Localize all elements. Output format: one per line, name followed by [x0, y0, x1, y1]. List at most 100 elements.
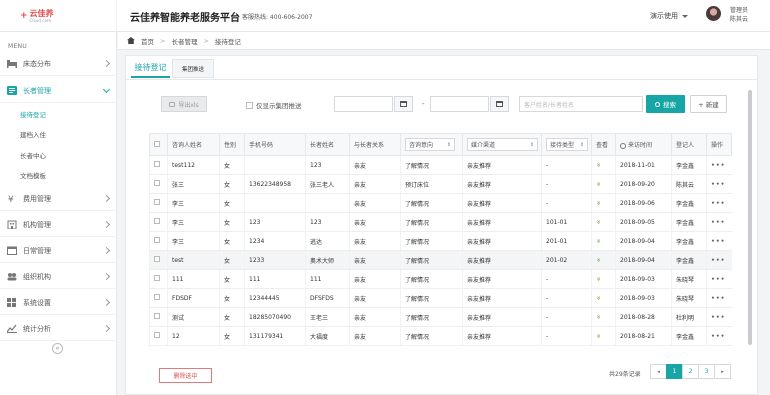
more-actions-icon[interactable]: ••• [711, 181, 726, 188]
cell-consultant-name[interactable]: FDSDF [167, 288, 220, 308]
expand-details-icon[interactable]: » [594, 315, 602, 320]
row-checkbox[interactable] [154, 180, 160, 186]
row-checkbox[interactable] [154, 161, 160, 167]
page-button-3[interactable]: 3 [698, 364, 715, 379]
table-header-row: 咨询人姓名 性别 手机号码 长者姓名 与长者关系 咨询意向 ⇕ 媒介渠道 ⇕ 接待类… [149, 133, 732, 156]
more-actions-icon[interactable]: ••• [711, 276, 726, 283]
table-row[interactable]: 12 女 131179341 大福度 亲友 了解情况 亲友推荐 -» 2018-08-21 李金鑫… [149, 326, 732, 346]
cell-consultant-name[interactable]: 李三 [167, 193, 220, 213]
row-checkbox[interactable] [154, 294, 160, 300]
group-only-checkbox[interactable] [246, 101, 253, 109]
end-date-input[interactable] [430, 96, 489, 112]
breadcrumb-section[interactable]: 长者管理 [171, 36, 197, 46]
expand-details-icon[interactable]: » [594, 163, 602, 168]
cell-phone: 13622348958 [244, 174, 306, 194]
group-only-filter[interactable]: 仅显示集团推送 [246, 100, 302, 110]
brand-logo[interactable]: + 云佳养 Cloud care [0, 0, 117, 32]
sidebar-item-elder-management[interactable]: 长者管理 [0, 79, 117, 103]
intent-filter-select[interactable]: 咨询意向 ⇕ [405, 138, 455, 151]
new-record-button[interactable]: + 新建 [690, 95, 727, 113]
expand-details-icon[interactable]: » [594, 239, 602, 244]
expand-details-icon[interactable]: » [594, 201, 602, 206]
vertical-scrollbar[interactable] [748, 90, 752, 345]
home-icon[interactable] [127, 37, 135, 44]
start-date-picker-button[interactable] [394, 96, 413, 112]
search-input[interactable]: 客户姓名/长者姓名 [519, 96, 643, 112]
expand-details-icon[interactable]: » [594, 258, 602, 263]
user-avatar[interactable] [706, 6, 721, 21]
table-row[interactable]: test112 女 123 亲友 了解情况 亲友推荐 -» 2018-11-01 李金鑫 ••• [149, 155, 732, 175]
breadcrumb-home[interactable]: 首页 [141, 36, 154, 46]
cell-consultant-name[interactable]: 测试 [167, 307, 220, 327]
cell-consultant-name[interactable]: 李三 [167, 231, 220, 251]
page-button-2[interactable]: 2 [682, 364, 699, 379]
tab-group-push[interactable]: 集团推送 [172, 59, 214, 78]
sidebar-item-daily-management[interactable]: 日常管理 [0, 239, 117, 263]
chevron-right-icon [102, 324, 111, 333]
sidebar-subitem-reception[interactable]: 接待登记 [20, 109, 46, 119]
sidebar-item-institution-management[interactable]: 机构管理 [0, 213, 117, 237]
table-row[interactable]: 李三女 123 123 亲友 了解情况 亲友推荐 101-01» 2018-09-05 李金鑫 •… [149, 212, 732, 232]
more-actions-icon[interactable]: ••• [711, 257, 726, 264]
table-row[interactable]: 测试女 18285070490 王老三 亲友 了解情况 亲友推荐 -» 2018-08-28 杜… [149, 307, 732, 327]
cell-consultant-name[interactable]: 111 [167, 269, 220, 289]
expand-details-icon[interactable]: » [594, 182, 602, 187]
row-checkbox[interactable] [154, 199, 160, 205]
cell-actions: ••• [706, 250, 732, 270]
row-checkbox[interactable] [154, 332, 160, 338]
sidebar-subitem-doc-templates[interactable]: 文档模板 [20, 170, 46, 180]
select-all-checkbox[interactable] [154, 140, 160, 147]
cell-consultant-name[interactable]: test112 [167, 155, 220, 175]
end-date-picker-button[interactable] [490, 96, 509, 112]
more-actions-icon[interactable]: ••• [711, 238, 726, 245]
user-name[interactable]: 陈其云 [730, 14, 748, 23]
row-checkbox[interactable] [154, 237, 160, 243]
table-row[interactable]: 111 女 111 111 亲友 了解情况 亲友推荐 -» 2018-09-03 朱晓琴 ••• [149, 269, 732, 289]
export-xls-button[interactable]: 导出xls [161, 96, 207, 112]
expand-details-icon[interactable]: » [594, 334, 602, 339]
row-checkbox[interactable] [154, 218, 160, 224]
cell-relation: 亲友 [349, 231, 401, 251]
table-row[interactable]: FDSDF 女 12344445 DFSFDS 亲友 了解情况 亲友推荐 -» 2018-09-… [149, 288, 732, 308]
table-row[interactable]: 李三女 1234 逃达 亲友 了解情况 亲友推荐 201-01» 2018-09-04 李金鑫 •… [149, 231, 732, 251]
more-actions-icon[interactable]: ••• [711, 295, 726, 302]
expand-details-icon[interactable]: » [594, 277, 602, 282]
search-button[interactable]: 搜索 [646, 95, 685, 113]
type-filter-select[interactable]: 接待类型 ⇕ [546, 138, 588, 151]
more-actions-icon[interactable]: ••• [711, 200, 726, 207]
sidebar-item-statistics[interactable]: 统计分析 [0, 317, 117, 341]
cell-consultant-name[interactable]: 12 [167, 326, 220, 346]
more-actions-icon[interactable]: ••• [711, 162, 726, 169]
page-button-1[interactable]: 1 [666, 364, 683, 379]
next-page-button[interactable]: ▸ [714, 364, 731, 379]
row-checkbox[interactable] [154, 256, 160, 262]
sidebar-subitem-admission[interactable]: 建档入住 [20, 129, 46, 139]
sidebar-item-system-settings[interactable]: 系统设置 [0, 291, 117, 315]
cell-consultant-name[interactable]: test [167, 250, 220, 270]
row-checkbox[interactable] [154, 313, 160, 319]
sidebar-collapse-button[interactable]: « [52, 343, 63, 354]
sidebar-item-bed-distribution[interactable]: 床态分布 [0, 52, 117, 76]
more-actions-icon[interactable]: ••• [711, 333, 726, 340]
channel-filter-select[interactable]: 媒介渠道 ⇕ [467, 138, 538, 151]
cell-registrar: 李金鑫 [671, 212, 707, 232]
sidebar-item-organization[interactable]: 组织机构 [0, 265, 117, 289]
start-date-input[interactable] [334, 96, 393, 112]
table-row[interactable]: 李三女 亲友 了解情况 亲友推荐 -» 2018-09-06 李金鑫 ••• [149, 193, 732, 213]
sidebar-item-fee-management[interactable]: ¥ 费用管理 [0, 187, 117, 211]
row-checkbox[interactable] [154, 275, 160, 281]
expand-details-icon[interactable]: » [594, 220, 602, 225]
more-actions-icon[interactable]: ••• [711, 314, 726, 321]
delete-selected-button[interactable]: 删除选中 [159, 368, 212, 383]
demo-dropdown[interactable]: 演示使用 [650, 11, 688, 21]
cell-gender: 女 [219, 231, 245, 251]
table-row[interactable]: test 女 1233 奥术大师 亲友 了解情况 亲友推荐 201-02» 2018-09-04… [149, 250, 732, 270]
table-row[interactable]: 张三女 13622348958 张三老人 亲友 预订床位 亲友推荐 -» 2018-09-20… [149, 174, 732, 194]
cell-consultant-name[interactable]: 张三 [167, 174, 220, 194]
prev-page-button[interactable]: ◂ [650, 364, 667, 379]
expand-details-icon[interactable]: » [594, 296, 602, 301]
sidebar-subitem-elder-center[interactable]: 长者中心 [20, 150, 46, 160]
more-actions-icon[interactable]: ••• [711, 219, 726, 226]
cell-consultant-name[interactable]: 李三 [167, 212, 220, 232]
tab-reception[interactable]: 接待登记 [131, 59, 170, 78]
